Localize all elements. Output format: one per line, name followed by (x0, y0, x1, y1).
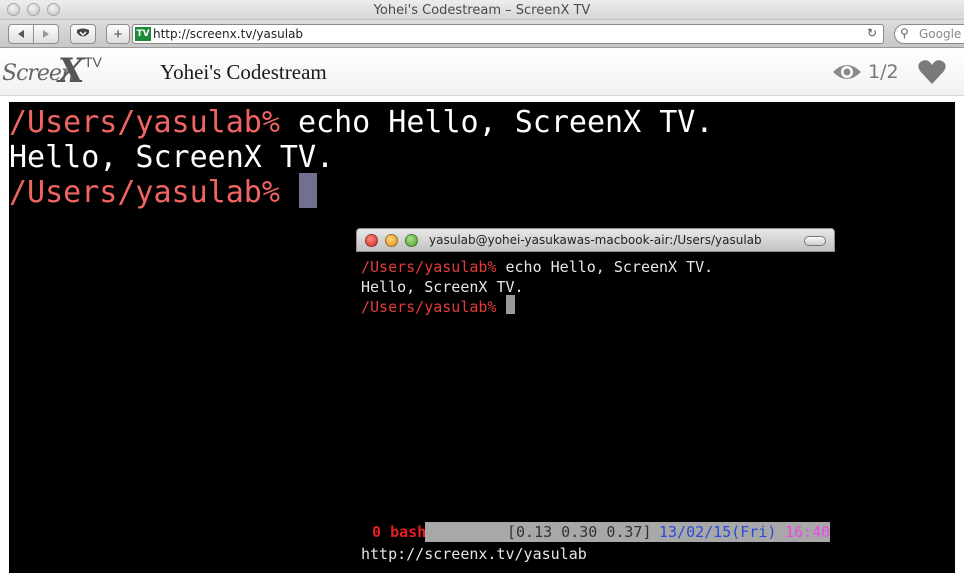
forward-arrow-icon (43, 30, 49, 38)
address-bar[interactable]: TV http://screenx.tv/yasulab ↻ (132, 24, 884, 44)
status-time: 16:40 (785, 523, 831, 541)
inner-terminal-cursor (506, 295, 515, 314)
logo-tv-text: TV (84, 54, 102, 70)
back-button[interactable] (8, 24, 34, 44)
inner-terminal-titlebar: yasulab@yohei-yasukawas-macbook-air:/Use… (356, 228, 835, 252)
address-bar-url[interactable]: http://screenx.tv/yasulab (153, 27, 303, 41)
add-bookmark-button[interactable]: + (106, 24, 130, 44)
search-placeholder: Google (919, 27, 962, 41)
eye-icon (833, 65, 861, 79)
screenx-tv-logo[interactable]: Screen X TV (2, 51, 106, 91)
terminal-command: echo Hello, ScreenX TV. (279, 105, 714, 140)
forward-button[interactable] (33, 24, 59, 44)
terminal-line: Hello, ScreenX TV. (9, 140, 334, 176)
stream-title: Yohei's Codestream (160, 60, 327, 84)
terminal-prompt: /Users/yasulab% (9, 175, 280, 210)
terminal-line: /Users/yasulab% (9, 175, 280, 211)
search-icon: ⚲ (900, 26, 909, 40)
viewer-counter: 1/2 (832, 59, 899, 85)
window-title: Yohei's Codestream – ScreenX TV (373, 3, 591, 18)
status-window-name: 0 bash (361, 522, 427, 542)
search-field[interactable]: ⚲ Google (894, 24, 964, 44)
heart-icon[interactable] (918, 59, 946, 85)
inner-terminal-prompt: /Users/yasulab% (361, 258, 497, 276)
toolbar-toggle-button[interactable] (804, 236, 826, 246)
back-arrow-icon (18, 30, 24, 38)
terminal-prompt: /Users/yasulab% (9, 105, 280, 140)
tv-favicon: TV (135, 27, 151, 41)
reader-shield-icon (77, 28, 89, 37)
tmux-status-bar: 0 bash [0.13 0.30 0.37] 13/02/15(Fri) 16… (361, 522, 830, 542)
inner-terminal-window: yasulab@yohei-yasukawas-macbook-air:/Use… (356, 228, 835, 573)
viewer-count: 1/2 (868, 61, 899, 83)
browser-titlebar: Yohei's Codestream – ScreenX TV (0, 0, 964, 20)
terminal-cursor (299, 173, 317, 208)
inner-terminal-title: yasulab@yohei-yasukawas-macbook-air:/Use… (429, 233, 762, 247)
logo-x-text: X (58, 51, 85, 91)
browser-toolbar: + TV http://screenx.tv/yasulab ↻ ⚲ Googl… (0, 20, 964, 48)
status-date: 13/02/15(Fri) (659, 523, 777, 541)
inner-terminal-body: /Users/yasulab% echo Hello, ScreenX TV. … (356, 252, 835, 573)
inner-terminal-command: echo Hello, ScreenX TV. (496, 258, 714, 276)
inner-terminal-footer-url: http://screenx.tv/yasulab (361, 545, 587, 563)
inner-terminal-line: /Users/yasulab% echo Hello, ScreenX TV. (361, 257, 713, 277)
inner-terminal-prompt: /Users/yasulab% (361, 298, 497, 316)
inner-zoom-button[interactable] (405, 234, 418, 247)
status-load-average: [0.13 0.30 0.37] (507, 523, 652, 541)
terminal-output: Hello, ScreenX TV. (9, 140, 335, 175)
inner-terminal-line: /Users/yasulab% (361, 297, 496, 317)
inner-minimize-button[interactable] (385, 234, 398, 247)
reload-icon[interactable]: ↻ (867, 26, 877, 40)
inner-terminal-output: Hello, ScreenX TV. (361, 278, 524, 296)
inner-close-button[interactable] (365, 234, 378, 247)
reader-button[interactable] (70, 24, 96, 44)
terminal-line: /Users/yasulab% echo Hello, ScreenX TV. (9, 105, 713, 141)
inner-terminal-line: Hello, ScreenX TV. (361, 277, 524, 297)
terminal-screen: /Users/yasulab% echo Hello, ScreenX TV. … (9, 102, 955, 573)
site-header: Screen X TV Yohei's Codestream 1/2 (0, 49, 964, 96)
